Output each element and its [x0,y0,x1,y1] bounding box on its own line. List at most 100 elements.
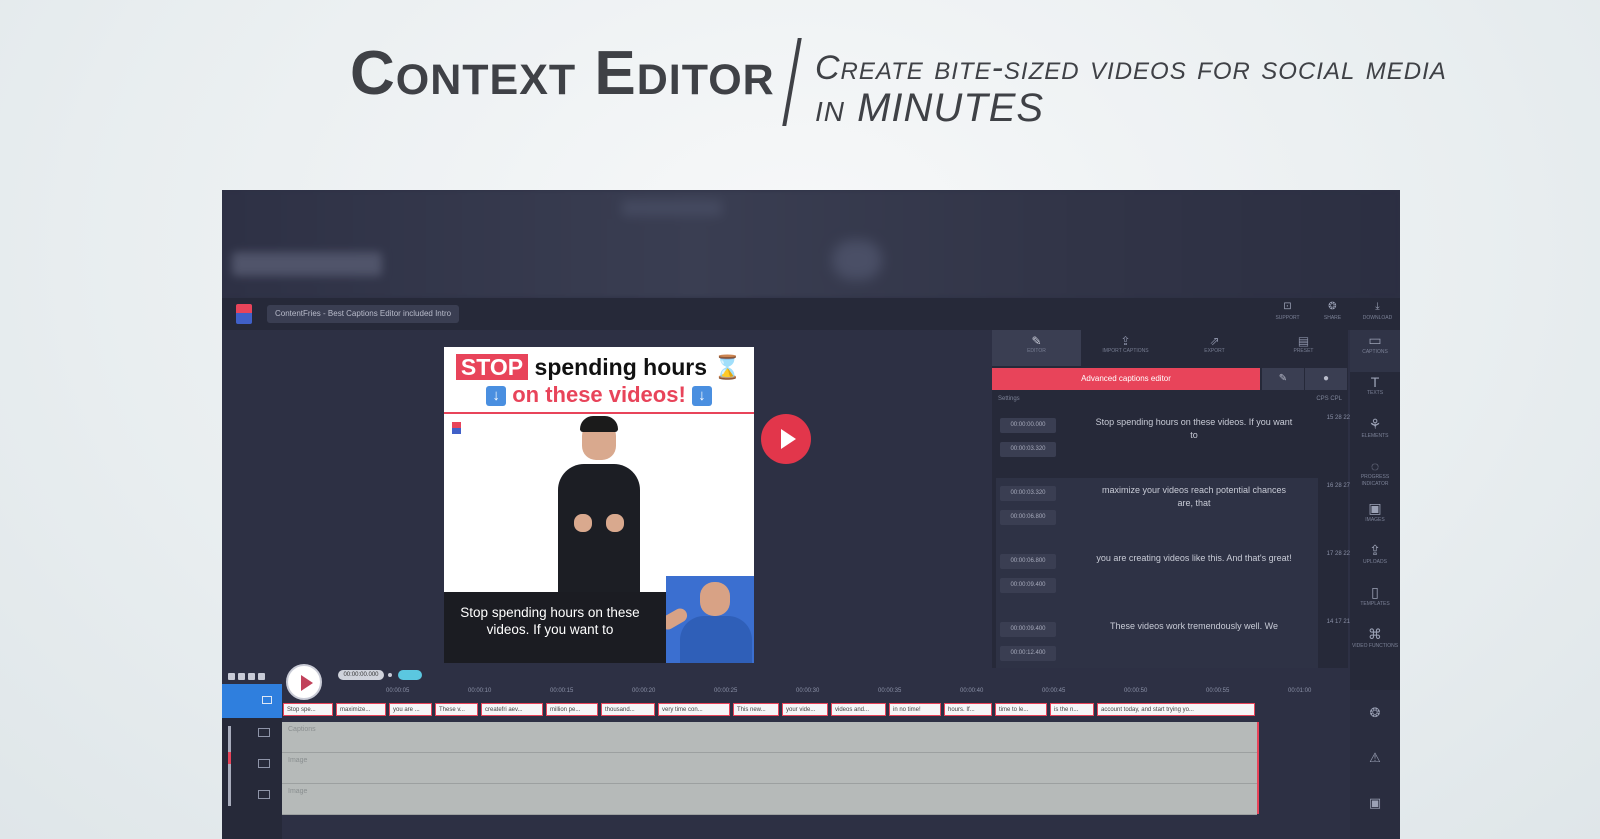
palette-icon[interactable]: ● [1305,368,1347,390]
captions-track[interactable]: Captions [282,722,1257,753]
image-track[interactable]: Image [282,784,1257,815]
caption-clip[interactable]: These v... [435,703,478,716]
download-button[interactable]: ⤓ DOWNLOAD [1355,300,1400,322]
volume-slider[interactable] [228,726,231,806]
captions-track-toggle[interactable] [222,684,282,718]
presenter-figure [544,414,654,592]
start-time[interactable]: 00:00:09.400 [1000,622,1056,637]
end-time[interactable]: 00:00:09.400 [1000,578,1056,593]
pause-icon[interactable] [238,673,245,680]
right-toolbar: ▭ CAPTIONS T TEXTS ⚘ ELEMENTS ◌ PROGRESS IND… [1350,330,1400,690]
ruler-tick: 00:00:05 [386,688,410,694]
tab-editor[interactable]: ✎ EDITOR [992,330,1081,366]
progress-indicator-tool[interactable]: ◌ PROGRESS INDICATOR [1350,456,1400,498]
progress-icon: ◌ [1370,458,1380,474]
download-icon: ⤓ [1375,301,1380,312]
caption-text[interactable]: maximize your videos reach potential cha… [1094,484,1294,510]
tool-label: TEXTS [1366,390,1384,396]
tool-label: VIDEO FUNCTIONS [1351,643,1399,649]
caption-clip[interactable]: thousand... [601,703,655,716]
app-logo[interactable] [236,304,252,324]
caption-clip[interactable]: is the n... [1050,703,1094,716]
caption-entry[interactable]: 00:00:00.000 00:00:03.320 Stop spending … [996,410,1350,478]
edit-icon[interactable]: ✎ [1262,368,1304,390]
timeline-ruler: 00:00:05 00:00:10 00:00:15 00:00:20 00:0… [282,688,1350,700]
captions-icon: ▭ [1368,332,1382,348]
settings-label[interactable]: Settings [998,396,1020,402]
caption-clip[interactable]: hours. If... [944,703,992,716]
share-icon: ❂ [1328,301,1337,312]
video-preview[interactable]: STOP spending hours ⌛ ↓ on these videos!… [444,347,754,663]
caption-entry[interactable]: 00:00:03.320 00:00:06.800 maximize your … [996,478,1350,546]
support-icon: ⊡ [1283,301,1292,312]
undo-icon[interactable] [248,673,255,680]
caption-clip[interactable]: account today, and start trying yo... [1097,703,1255,716]
image-icon [258,759,270,768]
caption-clip[interactable]: time to le... [995,703,1047,716]
tab-import-captions[interactable]: ⇪ IMPORT CAPTIONS [1081,330,1170,366]
tool-label: ELEMENTS [1361,433,1389,439]
images-tool[interactable]: ▣ IMAGES [1350,498,1400,540]
redo-icon[interactable] [258,673,265,680]
ruler-tick: 00:00:35 [878,688,902,694]
warning-icon[interactable]: ⚠ [1350,735,1400,780]
caption-clip[interactable]: your vide... [782,703,828,716]
upload-icon: ⇪ [1369,542,1381,558]
start-time[interactable]: 00:00:06.800 [1000,554,1056,569]
save-icon[interactable]: ▣ [1350,780,1400,825]
caption-clip[interactable]: maximize... [336,703,386,716]
share-button[interactable]: ❂ SHARE [1310,300,1355,322]
video-caption: Stop spending hours on these videos. If … [460,605,640,637]
timeline-track-headers [222,684,282,839]
pencil-icon: ✎ [1031,334,1042,348]
tab-label: PRESET [1293,348,1314,354]
ruler-tick: 00:01:00 [1288,688,1312,694]
elements-tool[interactable]: ⚘ ELEMENTS [1350,414,1400,456]
stop-icon[interactable] [228,673,235,680]
caption-text[interactable]: you are creating videos like this. And t… [1094,552,1294,565]
tool-label: PROGRESS INDICATOR [1360,474,1390,487]
texts-tool[interactable]: T TEXTS [1350,372,1400,414]
caption-entries: 00:00:00.000 00:00:03.320 Stop spending … [996,410,1350,682]
share-icon[interactable]: ❂ [1350,690,1400,735]
start-time[interactable]: 00:00:03.320 [1000,486,1056,501]
track-label: Image [288,788,308,795]
top-actions: ⊡ SUPPORT ❂ SHARE ⤓ DOWNLOAD [1265,300,1400,322]
caption-clip[interactable]: Stop spe... [283,703,333,716]
end-time[interactable]: 00:00:06.800 [1000,510,1056,525]
ruler-tick: 00:00:15 [550,688,574,694]
zoom-slider[interactable] [398,670,422,680]
caption-clips: Stop spe... maximize... you are ... Thes… [282,703,1262,719]
caption-clip[interactable]: This new... [733,703,779,716]
caption-clip[interactable]: createfri aev... [481,703,543,716]
video-functions-tool[interactable]: ⌘ VIDEO FUNCTIONS [1350,624,1400,666]
caption-text[interactable]: Stop spending hours on these videos. If … [1094,416,1294,442]
caption-clip[interactable]: in no time! [889,703,941,716]
template-icon: ▯ [1371,584,1379,600]
ruler-tick: 00:00:25 [714,688,738,694]
templates-tool[interactable]: ▯ TEMPLATES [1350,582,1400,624]
caption-clip[interactable]: you are ... [389,703,432,716]
advanced-captions-editor-button[interactable]: Advanced captions editor [992,368,1260,390]
caption-clip[interactable]: very time con... [658,703,730,716]
tab-export[interactable]: ⇗ EXPORT [1170,330,1259,366]
caption-clip[interactable]: million pe... [546,703,598,716]
end-time[interactable]: 00:00:12.400 [1000,646,1056,661]
arrow-down-icon: ↓ [691,386,712,406]
play-overlay-button[interactable] [761,414,811,464]
tool-label: TEMPLATES [1360,601,1390,607]
support-button[interactable]: ⊡ SUPPORT [1265,300,1310,322]
caption-entry[interactable]: 00:00:06.800 00:00:09.400 you are creati… [996,546,1350,614]
caption-clip[interactable]: videos and... [831,703,886,716]
caption-text[interactable]: These videos work tremendously well. We [1094,620,1294,633]
start-time[interactable]: 00:00:00.000 [1000,418,1056,433]
upload-icon: ⇪ [1120,334,1131,348]
tab-preset[interactable]: ▤ PRESET [1259,330,1348,366]
end-time[interactable]: 00:00:03.320 [1000,442,1056,457]
image-track[interactable]: Image [282,753,1257,784]
captions-tool[interactable]: ▭ CAPTIONS [1350,330,1400,372]
headline-line2: on these videos! [512,382,686,407]
project-title[interactable]: ContentFries - Best Captions Editor incl… [267,305,460,323]
playback-mini-controls [228,673,265,680]
uploads-tool[interactable]: ⇪ UPLOADS [1350,540,1400,582]
